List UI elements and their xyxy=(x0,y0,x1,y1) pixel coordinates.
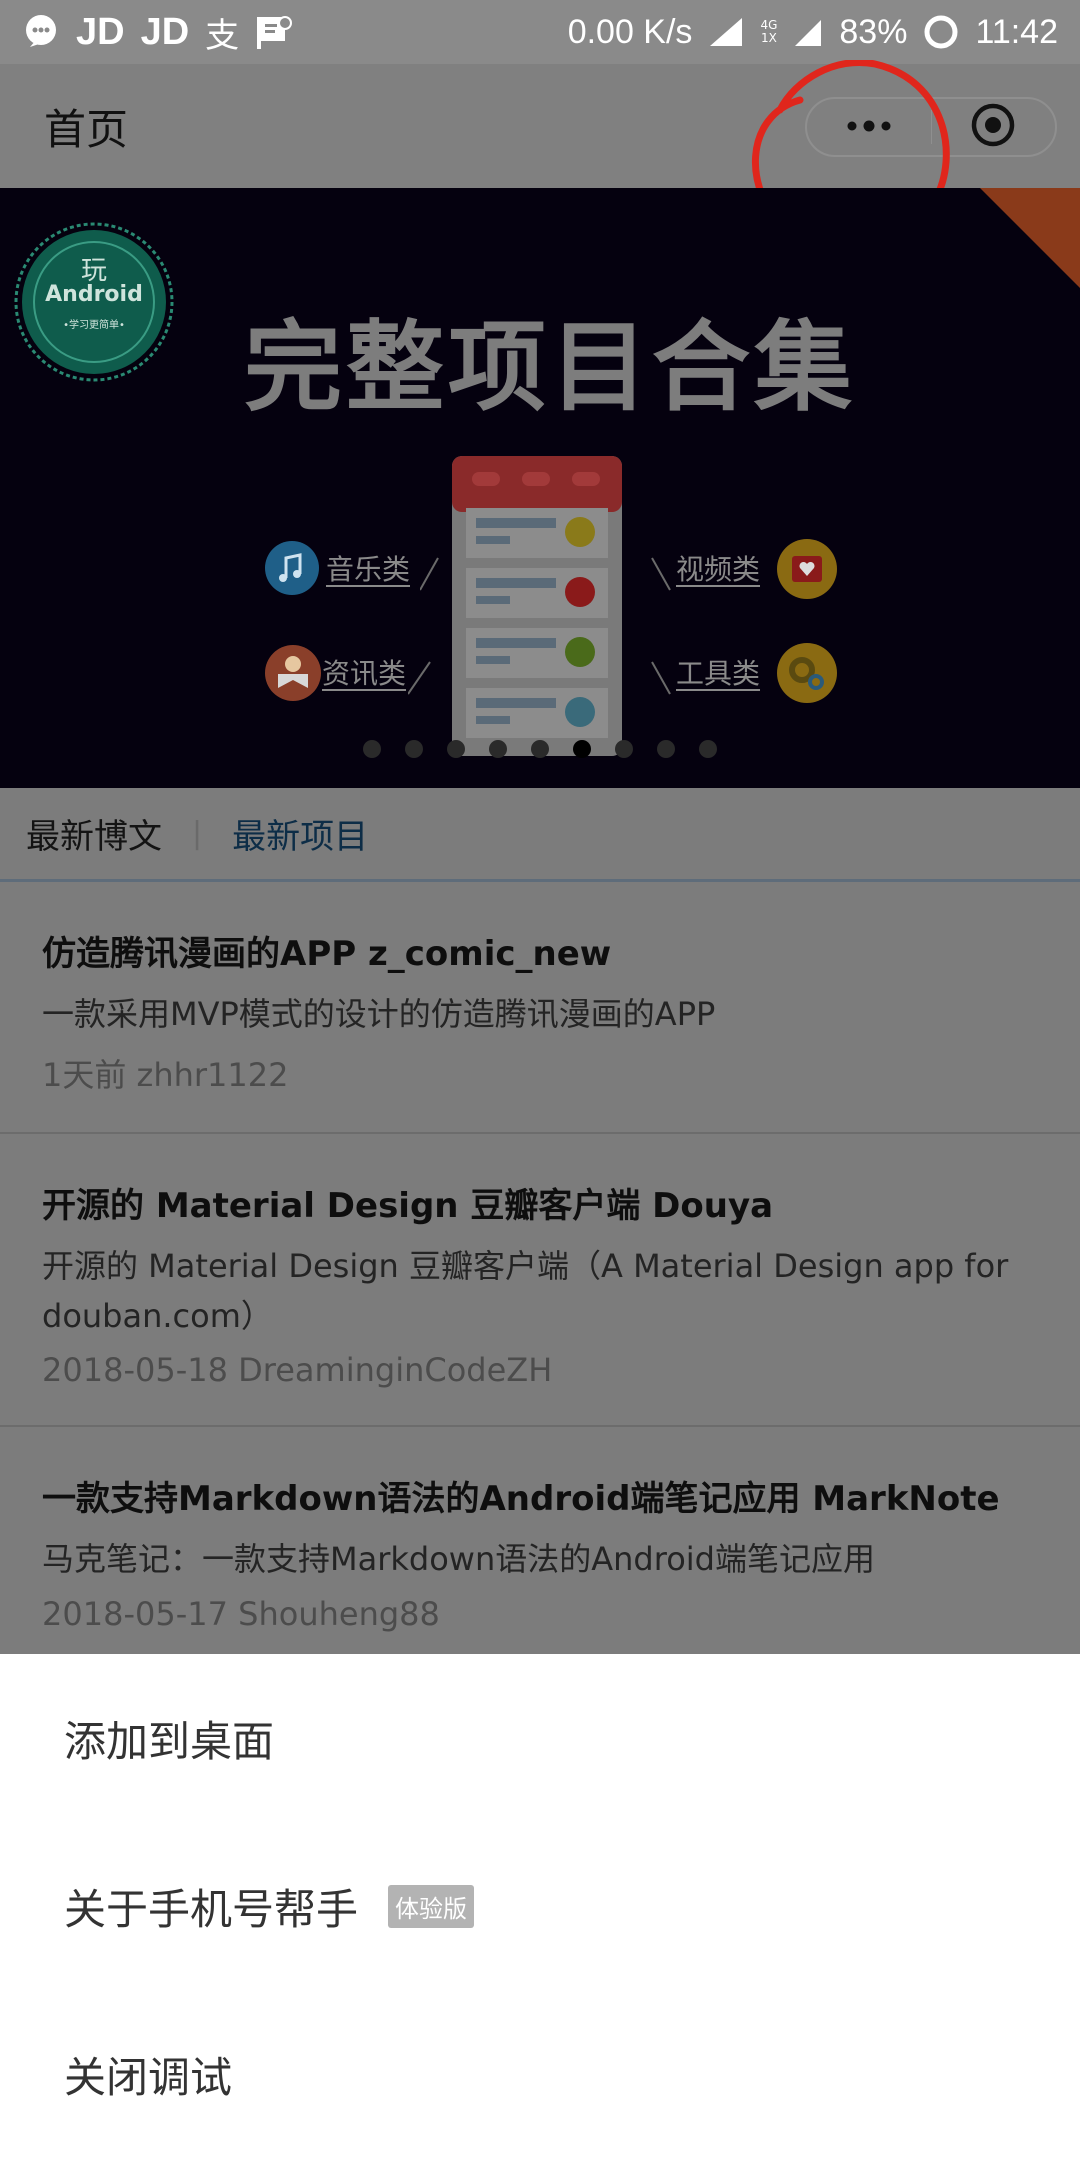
carousel-dot[interactable] xyxy=(531,740,549,758)
tab-latest-posts[interactable]: 最新博文 xyxy=(26,809,162,858)
content-tabs: 最新博文 | 最新项目 xyxy=(0,788,1080,882)
video-heart-icon xyxy=(777,539,837,599)
battery-percent: 83% xyxy=(839,12,908,51)
action-sheet: 添加到桌面 关于手机号帮手 体验版 关闭调试 xyxy=(0,1654,1080,2160)
phone-list-illustration xyxy=(452,456,622,756)
network-speed: 0.00 K/s xyxy=(567,12,693,51)
list-item[interactable]: 开源的 Material Design 豆瓣客户端 Douya 开源的 Mate… xyxy=(0,1134,1080,1428)
item-title: 一款支持Markdown语法的Android端笔记应用 MarkNote xyxy=(42,1479,1000,1520)
more-button[interactable] xyxy=(807,99,931,155)
tab-latest-projects[interactable]: 最新项目 xyxy=(232,809,368,858)
network-type-bottom: 1X xyxy=(760,31,777,45)
carousel-dot[interactable] xyxy=(657,740,675,758)
banner-connector-line-2 xyxy=(408,661,431,695)
add-to-desktop-label: 添加到桌面 xyxy=(64,1716,275,1766)
banner-connector-line-4 xyxy=(651,661,671,695)
menu-capsule xyxy=(805,97,1057,157)
item-meta: 2018-05-18 DreaminginCodeZH xyxy=(42,1351,553,1390)
item-meta: 2018-05-17 Shouheng88 xyxy=(42,1594,440,1633)
add-to-desktop-option[interactable]: 添加到桌面 xyxy=(0,1654,1080,1822)
banner-connector-line xyxy=(420,557,439,591)
gear-icon xyxy=(777,643,837,703)
banner-title: 完整项目合集 xyxy=(243,311,856,425)
carousel-dot[interactable] xyxy=(699,740,717,758)
carousel-dot[interactable] xyxy=(615,740,633,758)
trial-version-badge: 体验版 xyxy=(388,1884,475,1928)
item-meta: 1天前 zhhr1122 xyxy=(42,1055,289,1094)
status-bar: JD JD 支 0.00 K/s 4G 1X 83% 11:42 xyxy=(0,0,1080,64)
target-circle-icon xyxy=(968,100,1018,154)
item-description: 马克笔记：一款支持Markdown语法的Android端笔记应用 xyxy=(42,1540,875,1579)
item-title: 仿造腾讯漫画的APP z_comic_new xyxy=(42,934,612,974)
close-miniprogram-button[interactable] xyxy=(932,99,1056,155)
item-description: 一款采用MVP模式的设计的仿造腾讯漫画的APP xyxy=(42,995,716,1034)
corner-decoration xyxy=(980,188,1080,288)
nav-bar: 首页 xyxy=(0,60,1080,252)
signal-icon xyxy=(708,16,744,48)
about-label: 关于手机号帮手 xyxy=(64,1884,359,1934)
battery-ring-icon xyxy=(923,14,959,50)
network-type-icon: 4G 1X xyxy=(760,19,777,45)
tab-divider: | xyxy=(192,816,203,851)
carousel-dot[interactable] xyxy=(489,740,507,758)
music-category-label: 音乐类 xyxy=(326,553,411,586)
about-option[interactable]: 关于手机号帮手 体验版 xyxy=(0,1822,1080,1990)
page-title: 首页 xyxy=(44,104,129,154)
chat-bubble-icon xyxy=(22,13,60,51)
carousel-dot[interactable] xyxy=(447,740,465,758)
close-debug-label: 关闭调试 xyxy=(64,2052,233,2102)
carousel-dot[interactable] xyxy=(405,740,423,758)
alipay-icon: 支 xyxy=(205,16,240,55)
carousel-dot[interactable] xyxy=(363,740,381,758)
banner-carousel[interactable]: 玩 Android •学习更简单• 完整项目合集 音乐类 资讯类 视频类 工具类 xyxy=(0,188,1080,788)
tools-category-label: 工具类 xyxy=(676,657,761,690)
close-debug-option[interactable]: 关闭调试 xyxy=(0,1990,1080,2158)
item-title: 开源的 Material Design 豆瓣客户端 Douya xyxy=(42,1185,774,1226)
project-list: 仿造腾讯漫画的APP z_comic_new 一款采用MVP模式的设计的仿造腾讯… xyxy=(0,882,1080,1654)
carousel-dot[interactable] xyxy=(573,740,591,758)
banner-connector-line-3 xyxy=(651,557,671,591)
status-system: 0.00 K/s 4G 1X 83% 11:42 xyxy=(568,13,1058,52)
signal-icon-2 xyxy=(793,16,823,48)
status-notifications: JD JD 支 xyxy=(22,8,293,57)
jd-app-icon: JD xyxy=(76,10,125,53)
list-item[interactable]: 一款支持Markdown语法的Android端笔记应用 MarkNote 马克笔… xyxy=(0,1427,1080,1654)
flag-notification-icon xyxy=(255,15,293,49)
more-dots-icon xyxy=(844,118,894,137)
video-category-label: 视频类 xyxy=(676,553,761,586)
book-reader-icon xyxy=(265,645,321,701)
carousel-indicator xyxy=(0,740,1080,758)
clock: 11:42 xyxy=(975,12,1058,51)
music-note-icon xyxy=(265,541,319,595)
news-category-label: 资讯类 xyxy=(322,657,407,690)
item-description: 开源的 Material Design 豆瓣客户端（A Material Des… xyxy=(42,1246,1009,1335)
list-item[interactable]: 仿造腾讯漫画的APP z_comic_new 一款采用MVP模式的设计的仿造腾讯… xyxy=(0,882,1080,1134)
jd-app-icon-2: JD xyxy=(140,10,190,53)
